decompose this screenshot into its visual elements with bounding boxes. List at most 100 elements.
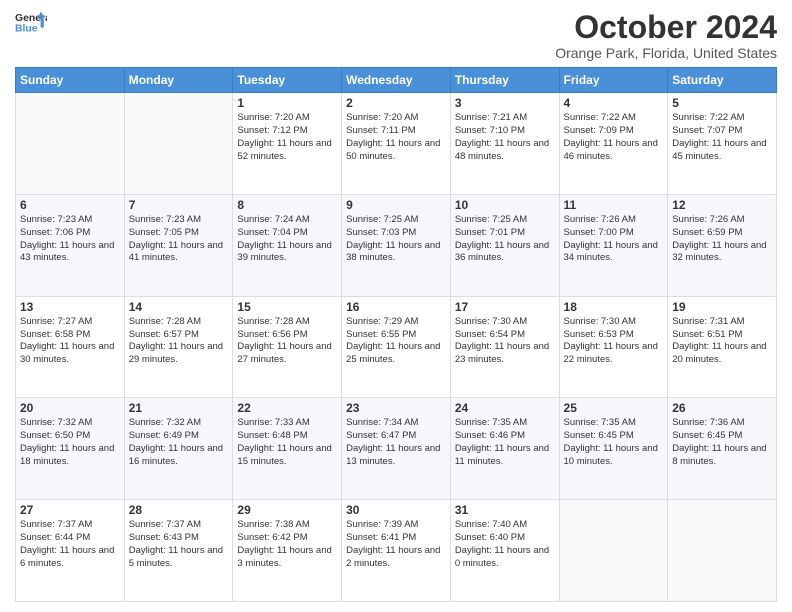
day-number: 3 bbox=[455, 96, 555, 110]
day-info: Sunrise: 7:30 AM Sunset: 6:53 PM Dayligh… bbox=[564, 316, 664, 367]
calendar-cell: 6 Sunrise: 7:23 AM Sunset: 7:06 PM Daylig… bbox=[16, 194, 125, 296]
title-block: October 2024 Orange Park, Florida, Unite… bbox=[555, 10, 777, 61]
day-info: Sunrise: 7:29 AM Sunset: 6:55 PM Dayligh… bbox=[346, 316, 446, 367]
day-number: 21 bbox=[129, 401, 229, 415]
calendar-cell: 29 Sunrise: 7:38 AM Sunset: 6:42 PM Dayli… bbox=[233, 500, 342, 602]
main-title: October 2024 bbox=[555, 10, 777, 45]
day-number: 13 bbox=[20, 300, 120, 314]
day-number: 5 bbox=[672, 96, 772, 110]
calendar-cell: 2 Sunrise: 7:20 AM Sunset: 7:11 PM Daylig… bbox=[342, 93, 451, 195]
calendar-cell: 22Sunrise: 7:33 AM Sunset: 6:48 PM Dayli… bbox=[233, 398, 342, 500]
day-number: 26 bbox=[672, 401, 772, 415]
day-number: 28 bbox=[129, 503, 229, 517]
calendar-cell bbox=[559, 500, 668, 602]
day-info: Sunrise: 7:22 AM Sunset: 7:09 PM Dayligh… bbox=[564, 112, 664, 163]
day-info: Sunrise: 7:25 AM Sunset: 7:01 PM Dayligh… bbox=[455, 214, 555, 265]
calendar-cell: 12 Sunrise: 7:26 AM Sunset: 6:59 PM Dayli… bbox=[668, 194, 777, 296]
day-info: Sunrise: 7:28 AM Sunset: 6:57 PM Dayligh… bbox=[129, 316, 229, 367]
day-info: Sunrise: 7:35 AM Sunset: 6:46 PM Dayligh… bbox=[455, 417, 555, 468]
day-number: 14 bbox=[129, 300, 229, 314]
day-info: Sunrise: 7:35 AM Sunset: 6:45 PM Dayligh… bbox=[564, 417, 664, 468]
calendar-cell: 26Sunrise: 7:36 AM Sunset: 6:45 PM Dayli… bbox=[668, 398, 777, 500]
day-info: Sunrise: 7:26 AM Sunset: 6:59 PM Dayligh… bbox=[672, 214, 772, 265]
weekday-header-saturday: Saturday bbox=[668, 68, 777, 93]
calendar-cell: 27Sunrise: 7:37 AM Sunset: 6:44 PM Dayli… bbox=[16, 500, 125, 602]
day-number: 12 bbox=[672, 198, 772, 212]
logo-icon: General Blue bbox=[15, 10, 47, 38]
svg-text:Blue: Blue bbox=[15, 24, 38, 35]
page: General Blue October 2024 Orange Park, F… bbox=[0, 0, 792, 612]
calendar-cell: 24 Sunrise: 7:35 AM Sunset: 6:46 PM Dayli… bbox=[450, 398, 559, 500]
calendar-cell: 19 Sunrise: 7:31 AM Sunset: 6:51 PM Dayli… bbox=[668, 296, 777, 398]
day-number: 4 bbox=[564, 96, 664, 110]
calendar-cell: 11 Sunrise: 7:26 AM Sunset: 7:00 PM Dayli… bbox=[559, 194, 668, 296]
calendar-table: SundayMondayTuesdayWednesdayThursdayFrid… bbox=[15, 67, 777, 602]
subtitle: Orange Park, Florida, United States bbox=[555, 45, 777, 61]
calendar-cell: 15 Sunrise: 7:28 AM Sunset: 6:56 PM Dayli… bbox=[233, 296, 342, 398]
day-info: Sunrise: 7:20 AM Sunset: 7:12 PM Dayligh… bbox=[237, 112, 337, 163]
day-number: 19 bbox=[672, 300, 772, 314]
calendar-cell: 20 Sunrise: 7:32 AM Sunset: 6:50 PM Dayli… bbox=[16, 398, 125, 500]
calendar-cell: 31 Sunrise: 7:40 AM Sunset: 6:40 PM Dayli… bbox=[450, 500, 559, 602]
day-number: 31 bbox=[455, 503, 555, 517]
calendar-cell: 13 Sunrise: 7:27 AM Sunset: 6:58 PM Dayli… bbox=[16, 296, 125, 398]
calendar-cell: 5 Sunrise: 7:22 AM Sunset: 7:07 PM Daylig… bbox=[668, 93, 777, 195]
day-info: Sunrise: 7:31 AM Sunset: 6:51 PM Dayligh… bbox=[672, 316, 772, 367]
day-number: 2 bbox=[346, 96, 446, 110]
day-number: 16 bbox=[346, 300, 446, 314]
day-number: 25 bbox=[564, 401, 664, 415]
calendar-cell: 9Sunrise: 7:25 AM Sunset: 7:03 PM Daylig… bbox=[342, 194, 451, 296]
day-info: Sunrise: 7:37 AM Sunset: 6:43 PM Dayligh… bbox=[129, 519, 229, 570]
day-info: Sunrise: 7:22 AM Sunset: 7:07 PM Dayligh… bbox=[672, 112, 772, 163]
logo: General Blue bbox=[15, 10, 47, 38]
day-number: 1 bbox=[237, 96, 337, 110]
calendar-cell bbox=[16, 93, 125, 195]
calendar-cell: 23 Sunrise: 7:34 AM Sunset: 6:47 PM Dayli… bbox=[342, 398, 451, 500]
calendar-cell: 1 Sunrise: 7:20 AM Sunset: 7:12 PM Daylig… bbox=[233, 93, 342, 195]
day-info: Sunrise: 7:24 AM Sunset: 7:04 PM Dayligh… bbox=[237, 214, 337, 265]
calendar-cell: 4 Sunrise: 7:22 AM Sunset: 7:09 PM Daylig… bbox=[559, 93, 668, 195]
weekday-header-tuesday: Tuesday bbox=[233, 68, 342, 93]
weekday-header-sunday: Sunday bbox=[16, 68, 125, 93]
day-info: Sunrise: 7:21 AM Sunset: 7:10 PM Dayligh… bbox=[455, 112, 555, 163]
day-info: Sunrise: 7:30 AM Sunset: 6:54 PM Dayligh… bbox=[455, 316, 555, 367]
day-info: Sunrise: 7:23 AM Sunset: 7:06 PM Dayligh… bbox=[20, 214, 120, 265]
day-number: 11 bbox=[564, 198, 664, 212]
day-info: Sunrise: 7:34 AM Sunset: 6:47 PM Dayligh… bbox=[346, 417, 446, 468]
weekday-header-thursday: Thursday bbox=[450, 68, 559, 93]
calendar-cell: 25 Sunrise: 7:35 AM Sunset: 6:45 PM Dayli… bbox=[559, 398, 668, 500]
weekday-header-monday: Monday bbox=[124, 68, 233, 93]
calendar-cell: 30 Sunrise: 7:39 AM Sunset: 6:41 PM Dayli… bbox=[342, 500, 451, 602]
day-info: Sunrise: 7:33 AM Sunset: 6:48 PM Dayligh… bbox=[237, 417, 337, 468]
day-info: Sunrise: 7:20 AM Sunset: 7:11 PM Dayligh… bbox=[346, 112, 446, 163]
day-number: 30 bbox=[346, 503, 446, 517]
day-number: 20 bbox=[20, 401, 120, 415]
weekday-header-wednesday: Wednesday bbox=[342, 68, 451, 93]
day-info: Sunrise: 7:32 AM Sunset: 6:50 PM Dayligh… bbox=[20, 417, 120, 468]
day-info: Sunrise: 7:28 AM Sunset: 6:56 PM Dayligh… bbox=[237, 316, 337, 367]
calendar-cell: 16 Sunrise: 7:29 AM Sunset: 6:55 PM Dayli… bbox=[342, 296, 451, 398]
calendar-cell: 10 Sunrise: 7:25 AM Sunset: 7:01 PM Dayli… bbox=[450, 194, 559, 296]
day-info: Sunrise: 7:38 AM Sunset: 6:42 PM Dayligh… bbox=[237, 519, 337, 570]
day-number: 8 bbox=[237, 198, 337, 212]
calendar-cell: 8 Sunrise: 7:24 AM Sunset: 7:04 PM Daylig… bbox=[233, 194, 342, 296]
day-info: Sunrise: 7:40 AM Sunset: 6:40 PM Dayligh… bbox=[455, 519, 555, 570]
day-number: 6 bbox=[20, 198, 120, 212]
day-number: 10 bbox=[455, 198, 555, 212]
day-number: 29 bbox=[237, 503, 337, 517]
header: General Blue October 2024 Orange Park, F… bbox=[15, 10, 777, 61]
day-info: Sunrise: 7:23 AM Sunset: 7:05 PM Dayligh… bbox=[129, 214, 229, 265]
day-number: 17 bbox=[455, 300, 555, 314]
calendar-cell: 7Sunrise: 7:23 AM Sunset: 7:05 PM Daylig… bbox=[124, 194, 233, 296]
day-info: Sunrise: 7:26 AM Sunset: 7:00 PM Dayligh… bbox=[564, 214, 664, 265]
calendar-cell: 3 Sunrise: 7:21 AM Sunset: 7:10 PM Daylig… bbox=[450, 93, 559, 195]
day-number: 15 bbox=[237, 300, 337, 314]
day-number: 23 bbox=[346, 401, 446, 415]
day-info: Sunrise: 7:39 AM Sunset: 6:41 PM Dayligh… bbox=[346, 519, 446, 570]
weekday-header-friday: Friday bbox=[559, 68, 668, 93]
day-info: Sunrise: 7:27 AM Sunset: 6:58 PM Dayligh… bbox=[20, 316, 120, 367]
calendar-cell: 28 Sunrise: 7:37 AM Sunset: 6:43 PM Dayli… bbox=[124, 500, 233, 602]
day-number: 24 bbox=[455, 401, 555, 415]
day-number: 9 bbox=[346, 198, 446, 212]
day-info: Sunrise: 7:32 AM Sunset: 6:49 PM Dayligh… bbox=[129, 417, 229, 468]
